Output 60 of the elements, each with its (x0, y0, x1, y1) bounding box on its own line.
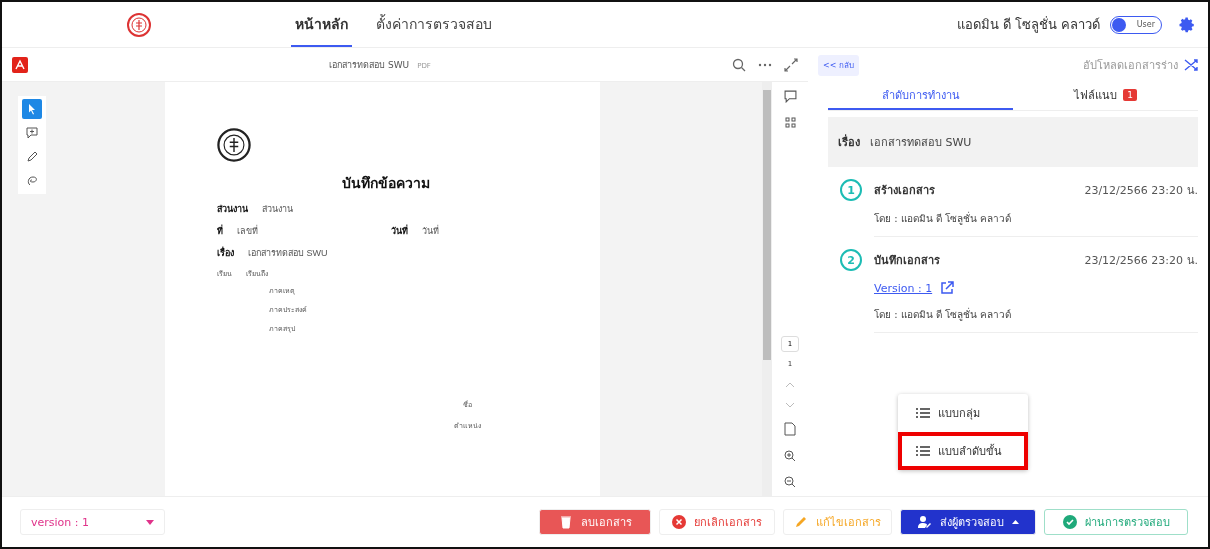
menu-item[interactable]: แบบกลุ่ม (898, 394, 1028, 432)
field-value: เลขที่ (237, 224, 259, 238)
zoom-out-icon[interactable] (784, 476, 796, 488)
approve-button[interactable]: ผ่านการตรวจสอบ (1044, 509, 1188, 535)
nav-tab[interactable]: ตั้งค่าการตรวจสอบ (372, 2, 496, 47)
step-title: สร้างเอกสาร (874, 183, 935, 199)
expand-icon[interactable] (784, 57, 798, 72)
panel-tab[interactable]: ลำดับการทำงาน (828, 82, 1013, 110)
step-time: 23/12/2566 23:20 น. (1084, 183, 1198, 199)
step-title: บันทึกเอกสาร (874, 253, 940, 269)
version-link[interactable]: Version : 1 (874, 281, 933, 295)
list-icon (916, 408, 930, 418)
panel-tab[interactable]: ไฟล์แนบ 1 (1013, 82, 1198, 110)
caret-icon (1011, 520, 1019, 524)
field-value: เอกสารทดสอบ SWU (248, 247, 328, 260)
user-name: แอดมิน ดี โซลูชั่น คลาวด์ (956, 15, 1100, 35)
more-icon[interactable] (758, 62, 772, 67)
delete-button[interactable]: ลบเอกสาร (539, 509, 651, 535)
field-label: ที่ (217, 224, 223, 238)
grid-icon[interactable] (784, 117, 796, 128)
step-number: 1 (840, 179, 862, 201)
back-button[interactable]: << กลับ (818, 54, 859, 76)
step-number: 2 (840, 249, 862, 271)
nav-tab[interactable]: หน้าหลัก (291, 2, 352, 47)
cancel-icon (672, 515, 686, 529)
zoom-in-icon[interactable] (784, 450, 796, 462)
field-label: เรื่อง (217, 246, 234, 260)
list-icon (916, 446, 930, 456)
upload-link[interactable]: อัปโหลดเอกสารร่าง (1083, 56, 1178, 74)
subject-label: เรื่อง (838, 133, 860, 151)
cancel-button[interactable]: ยกเลิกเอกสาร (659, 509, 775, 535)
subject-value: เอกสารทดสอบ SWU (870, 135, 972, 151)
shuffle-icon[interactable] (1184, 58, 1198, 72)
trash-icon (558, 515, 573, 529)
search-icon[interactable] (732, 57, 746, 72)
field-value: วันที่ (422, 224, 439, 238)
caret-icon (146, 519, 154, 525)
seal-logo (217, 128, 251, 162)
file-icon[interactable] (784, 422, 796, 436)
settings-icon[interactable] (1178, 15, 1196, 34)
version-select[interactable]: version : 1 (20, 509, 165, 535)
send-button[interactable]: ส่งผู้ตรวจสอบ (900, 509, 1036, 535)
scrollbar[interactable] (762, 82, 772, 496)
external-link-icon[interactable] (940, 281, 955, 295)
field-label: ส่วนงาน (217, 203, 248, 216)
comment-icon[interactable] (783, 90, 797, 103)
menu-item[interactable]: แบบลำดับขั้น (898, 432, 1028, 470)
document-title: เอกสารทดสอบ SWU (329, 58, 410, 72)
step-author: โดย : แอดมิน ดี โซลูชั่น คลาวด์ (874, 307, 1013, 322)
check-icon (1062, 515, 1077, 529)
pdf-icon (12, 56, 28, 73)
person-icon (917, 515, 932, 529)
memo-heading: บันทึกข้อความ (342, 174, 431, 193)
pencil-icon (794, 515, 808, 529)
step-author: โดย : แอดมิน ดี โซลูชั่น คลาวด์ (874, 211, 1013, 226)
field-value: ส่วนงาน (262, 203, 293, 216)
field-label: วันที่ (391, 224, 408, 238)
seal-logo (127, 12, 151, 37)
pointer-icon[interactable] (22, 99, 42, 119)
step-time: 23/12/2566 23:20 น. (1084, 253, 1198, 269)
